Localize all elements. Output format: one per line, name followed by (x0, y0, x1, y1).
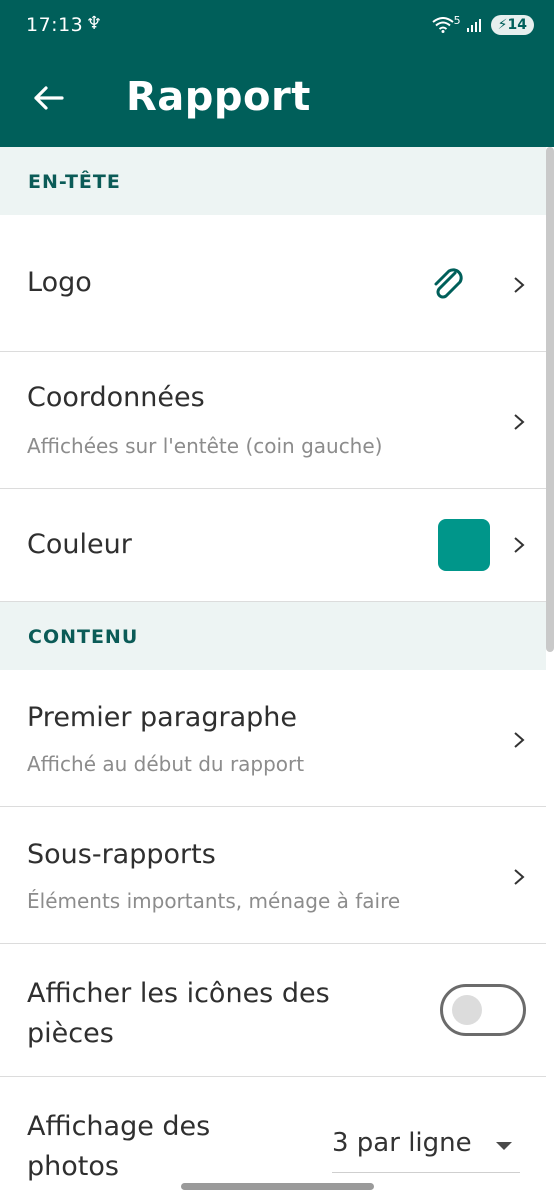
row-sousrapports-subtitle: Éléments importants, ménage à faire (27, 889, 401, 913)
chevron-right-icon (514, 869, 525, 885)
home-indicator (181, 1183, 374, 1190)
signal-icon (466, 19, 481, 32)
row-logo-title: Logo (27, 267, 92, 298)
row-premier-subtitle: Affiché au début du rapport (27, 752, 305, 776)
row-premier-paragraphe[interactable]: Premier paragraphe Affiché au début du r… (0, 670, 546, 807)
status-bar: 17:13 ♆ 5 ⚡14 (0, 0, 554, 52)
photos-dropdown[interactable]: 3 par ligne (332, 1128, 520, 1173)
row-coordonnees-title: Coordonnées (27, 382, 205, 413)
chevron-right-icon (514, 277, 525, 293)
dropdown-caret-icon (496, 1142, 512, 1150)
photos-dropdown-value: 3 par ligne (332, 1128, 472, 1158)
status-time: 17:13 (26, 14, 84, 36)
toggle-knob (452, 995, 482, 1025)
wifi-icon (432, 17, 454, 33)
chevron-right-icon (514, 732, 525, 748)
chevron-right-icon (514, 414, 525, 430)
row-logo[interactable]: Logo (0, 215, 546, 352)
row-sousrapports-title: Sous-rapports (27, 839, 216, 870)
scrollbar[interactable] (546, 147, 554, 652)
battery-indicator: ⚡14 (490, 15, 534, 35)
row-premier-title: Premier paragraphe (27, 702, 297, 733)
section-content-label: CONTENU (28, 626, 139, 648)
row-sous-rapports[interactable]: Sous-rapports Éléments importants, ménag… (0, 807, 546, 944)
section-header-label: EN-TÊTE (28, 171, 121, 193)
back-arrow-icon[interactable] (30, 80, 66, 116)
page-title: Rapport (126, 74, 311, 120)
row-photos-title: Affichage des photos (27, 1111, 211, 1182)
row-couleur-title: Couleur (27, 529, 132, 560)
icones-toggle[interactable] (440, 984, 526, 1036)
usb-icon: ♆ (86, 13, 103, 34)
row-afficher-icones: Afficher les icônes des pièces (0, 944, 546, 1077)
section-header: EN-TÊTE (0, 147, 546, 215)
app-bar: Rapport (0, 52, 554, 147)
color-swatch (438, 519, 490, 571)
paperclip-icon (434, 268, 463, 299)
section-content: CONTENU (0, 602, 546, 670)
row-icones-title: Afficher les icônes des pièces (27, 978, 330, 1049)
row-coordonnees-subtitle: Affichées sur l'entête (coin gauche) (27, 434, 383, 458)
chevron-right-icon (514, 537, 525, 553)
status-icons: 5 ⚡14 (432, 14, 534, 36)
network-type-label: 5 (453, 13, 461, 27)
row-couleur[interactable]: Couleur (0, 489, 546, 602)
row-coordonnees[interactable]: Coordonnées Affichées sur l'entête (coin… (0, 352, 546, 489)
battery-level: 14 (507, 17, 527, 33)
